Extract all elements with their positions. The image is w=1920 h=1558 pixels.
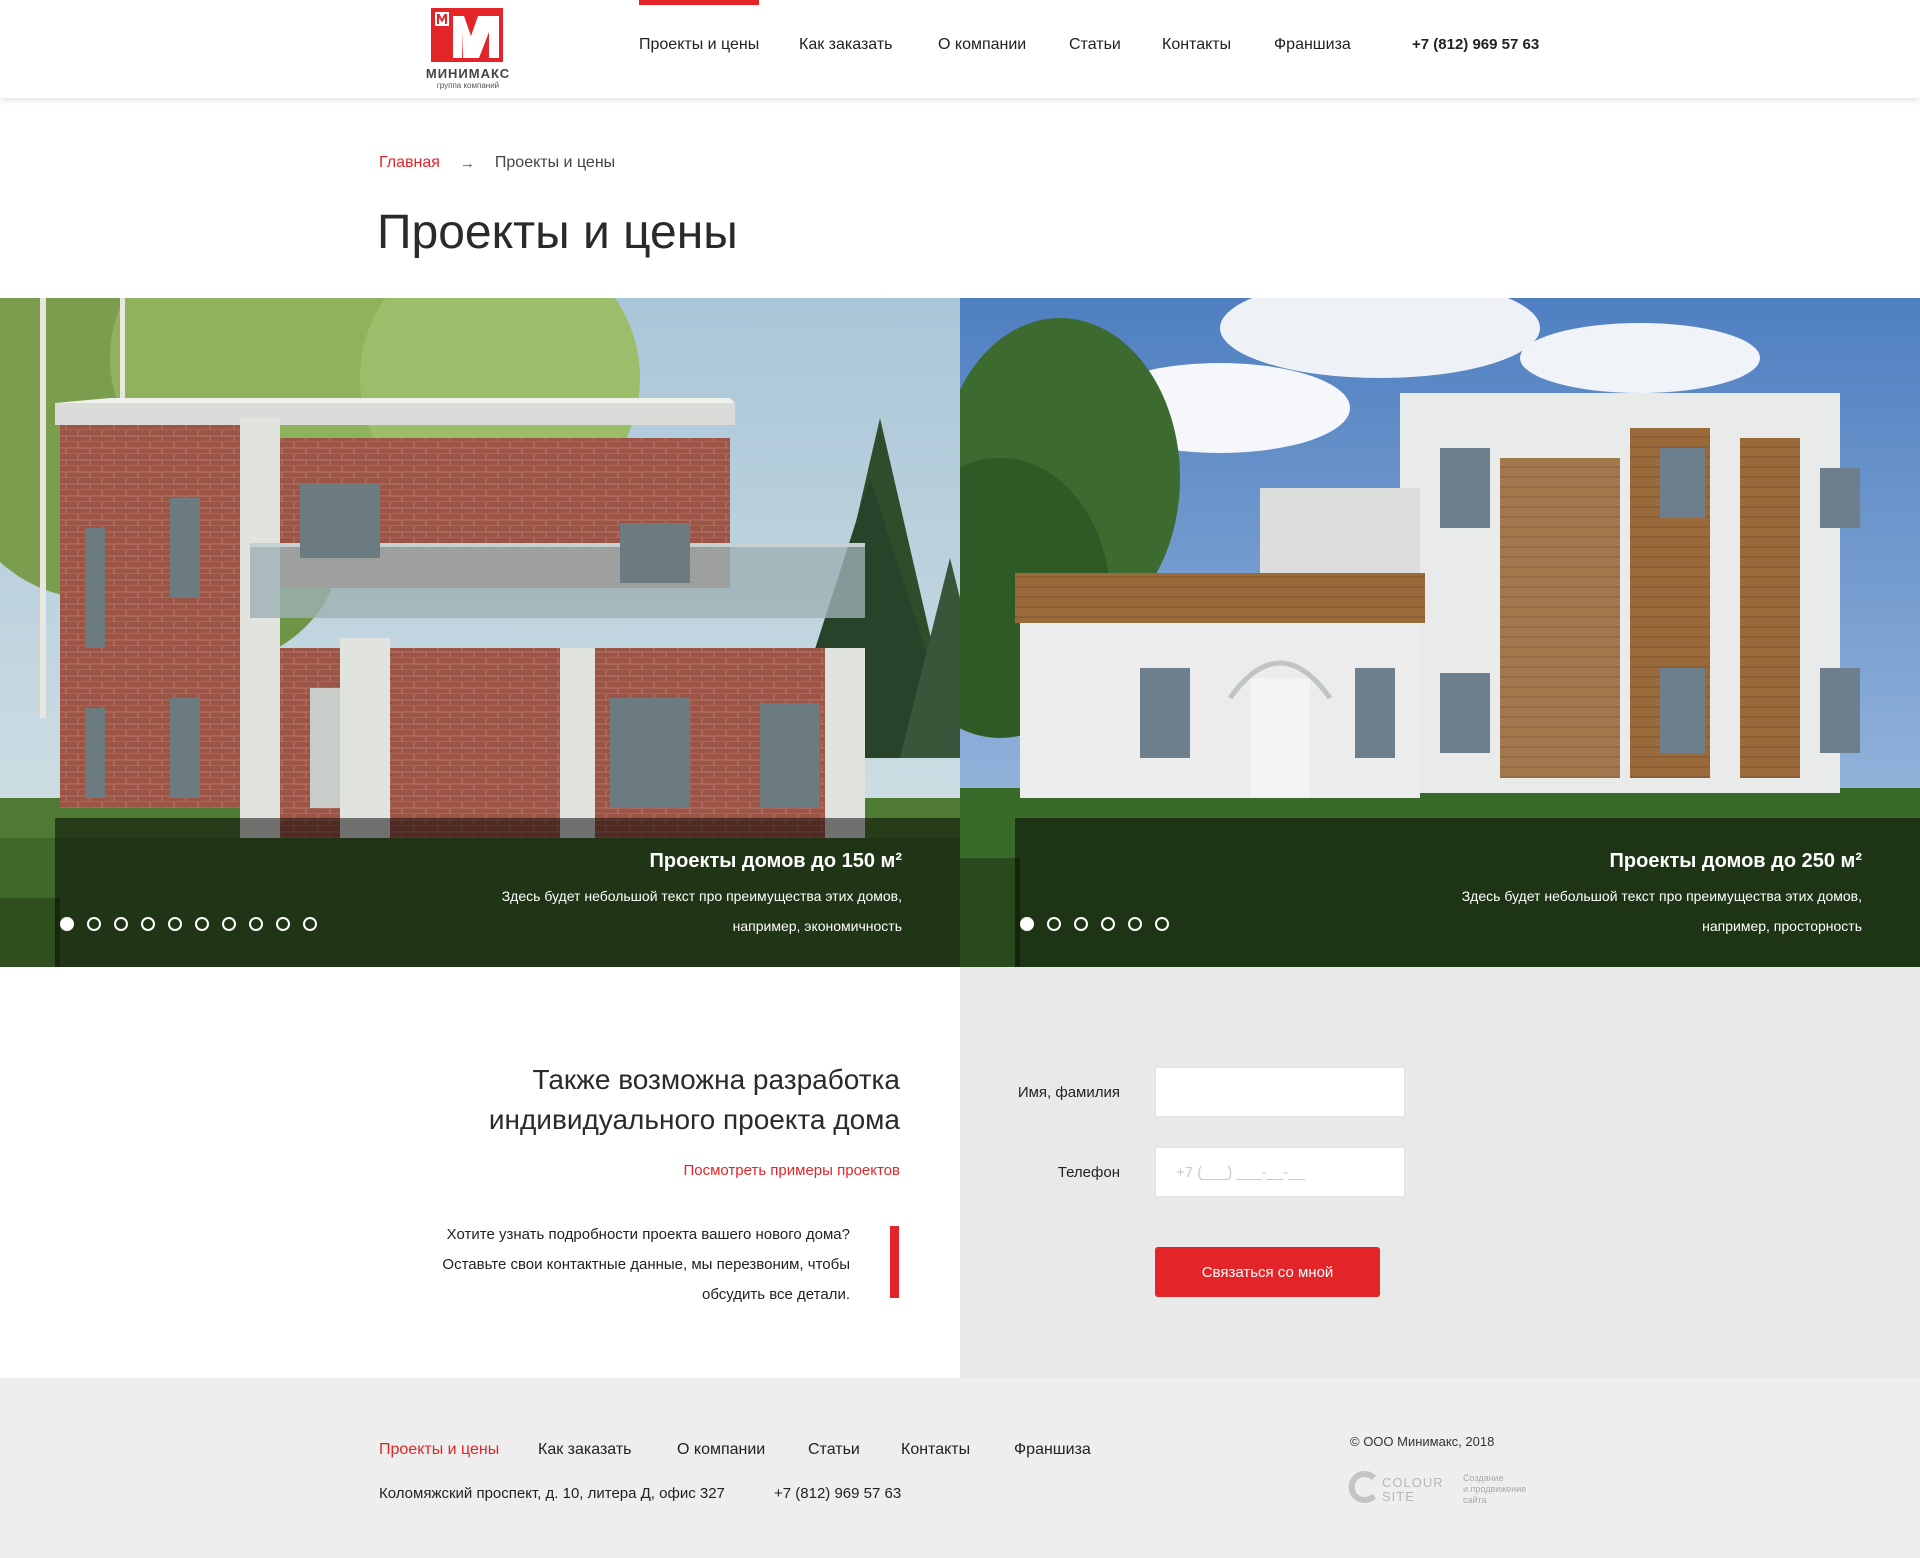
footer-nav-about[interactable]: О компании: [677, 1441, 765, 1459]
submit-button[interactable]: Связаться со мной: [1155, 1247, 1380, 1297]
slider-dot[interactable]: [249, 917, 263, 931]
footer-nav-projects[interactable]: Проекты и цены: [379, 1441, 499, 1459]
slide-text: Здесь будет небольшой текст про преимуще…: [501, 888, 902, 934]
slider-dot[interactable]: [1047, 917, 1061, 931]
header-phone[interactable]: +7 (812) 969 57 63: [1412, 0, 1539, 90]
nav-item-contacts[interactable]: Контакты: [1162, 0, 1231, 90]
developer-desc-line: сайта: [1463, 1495, 1487, 1505]
slider-dot[interactable]: [1128, 917, 1142, 931]
cta-title-line: Также возможна разработка: [532, 1064, 900, 1095]
developer-brand-line: SITE: [1382, 1489, 1415, 1504]
cta-title-line: индивидуального проекта дома: [488, 1104, 900, 1135]
slider-dot[interactable]: [168, 917, 182, 931]
slider-dot[interactable]: [303, 917, 317, 931]
slide-caption: Проекты домов до 250 м² Здесь будет небо…: [1442, 850, 1862, 941]
footer-nav-how-to-order[interactable]: Как заказать: [538, 1441, 632, 1459]
logo-subtitle: группа компаний: [436, 81, 500, 90]
logo-icon: [431, 8, 503, 62]
site-footer: Проекты и цены Как заказать О компании С…: [0, 1378, 1920, 1558]
slider-dot[interactable]: [222, 917, 236, 931]
name-field[interactable]: [1155, 1067, 1405, 1117]
cta-title: Также возможна разработка индивидуальног…: [360, 1060, 900, 1140]
site-header: МИНИМАКС группа компаний Проекты и цены …: [0, 0, 1920, 98]
slider-dots: [60, 917, 317, 931]
name-label: Имя, фамилия: [1017, 1084, 1120, 1101]
footer-nav-franchise[interactable]: Франшиза: [1014, 1441, 1091, 1459]
footer-address: Коломяжский проспект, д. 10, литера Д, о…: [379, 1485, 725, 1502]
developer-desc-line: Создание: [1463, 1473, 1504, 1483]
page-title: Проекты и цены: [377, 206, 738, 259]
footer-nav-contacts[interactable]: Контакты: [901, 1441, 970, 1459]
logo-name: МИНИМАКС: [425, 66, 511, 81]
slider-dot[interactable]: [1020, 917, 1034, 931]
slider-dot[interactable]: [87, 917, 101, 931]
developer-brand: COLOUR SITE: [1382, 1476, 1444, 1504]
nav-item-how-to-order[interactable]: Как заказать: [799, 0, 893, 90]
copyright: © ООО Минимакс, 2018: [1350, 1434, 1495, 1449]
slider-dot[interactable]: [1155, 917, 1169, 931]
slider-dot[interactable]: [60, 917, 74, 931]
slide-caption: Проекты домов до 150 м² Здесь будет небо…: [482, 850, 902, 941]
slider-dots: [1020, 917, 1169, 931]
footer-phone[interactable]: +7 (812) 969 57 63: [774, 1485, 901, 1502]
slider-dot[interactable]: [276, 917, 290, 931]
slider-dot[interactable]: [1074, 917, 1088, 931]
slide-title: Проекты домов до 150 м²: [649, 850, 902, 872]
logo[interactable]: МИНИМАКС группа компаний: [418, 8, 518, 90]
phone-label: Телефон: [1057, 1164, 1120, 1181]
accent-bar: [890, 1226, 899, 1298]
phone-field[interactable]: [1155, 1147, 1405, 1197]
slide-title: Проекты домов до 250 м²: [1609, 850, 1862, 872]
developer-description: Создание и продвижение сайта: [1463, 1473, 1526, 1506]
colour-site-logo-icon: [1348, 1471, 1377, 1503]
developer-desc-line: и продвижение: [1463, 1484, 1527, 1494]
nav-item-projects[interactable]: Проекты и цены: [639, 0, 760, 90]
slider-dot[interactable]: [195, 917, 209, 931]
examples-link[interactable]: Посмотреть примеры проектов: [560, 1162, 900, 1179]
slider-dot[interactable]: [114, 917, 128, 931]
breadcrumb: Главная → Проекты и цены: [379, 154, 615, 172]
slide-houses-150[interactable]: Проекты домов до 150 м² Здесь будет небо…: [0, 298, 960, 967]
breadcrumb-home-link[interactable]: Главная: [379, 154, 440, 172]
nav-item-about[interactable]: О компании: [938, 0, 1026, 90]
slide-houses-250[interactable]: Проекты домов до 250 м² Здесь будет небо…: [960, 298, 1920, 967]
arrow-right-icon: →: [459, 154, 475, 172]
developer-credit[interactable]: COLOUR SITE Создание и продвижение сайта: [1348, 1470, 1548, 1510]
footer-nav-articles[interactable]: Статьи: [808, 1441, 860, 1459]
breadcrumb-current: Проекты и цены: [494, 154, 616, 171]
developer-brand-line: COLOUR: [1382, 1475, 1444, 1490]
nav-item-franchise[interactable]: Франшиза: [1274, 0, 1351, 90]
nav-item-articles[interactable]: Статьи: [1069, 0, 1121, 90]
cta-text: Хотите узнать подробности проекта вашего…: [442, 1226, 850, 1303]
slider-dot[interactable]: [1101, 917, 1115, 931]
slider-dot[interactable]: [141, 917, 155, 931]
slide-text: Здесь будет небольшой текст про преимуще…: [1461, 888, 1862, 934]
